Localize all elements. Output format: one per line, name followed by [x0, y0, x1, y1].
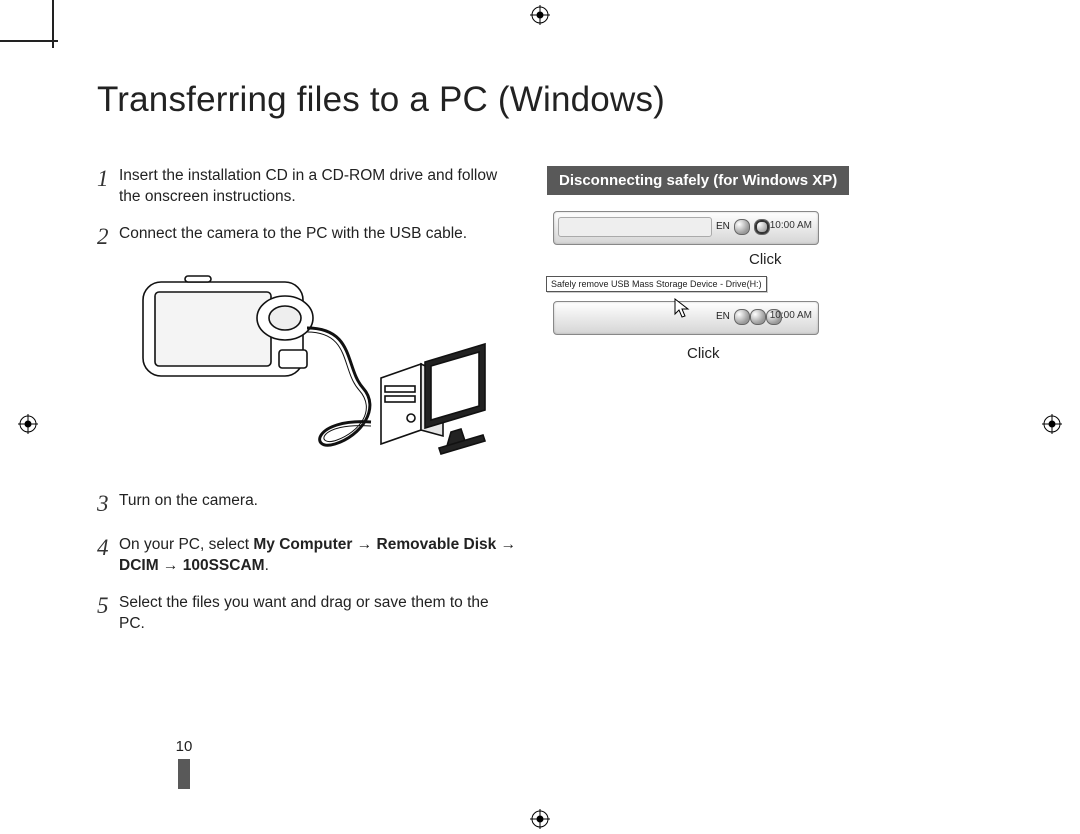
safely-remove-icon [754, 219, 770, 235]
step-text: On your PC, select My Computer → Removab… [119, 535, 517, 577]
sidebar-column: Disconnecting safely (for Windows XP) EN… [547, 166, 967, 651]
page-number-bar [178, 759, 190, 789]
step-number: 2 [97, 221, 119, 252]
step-text: Turn on the camera. [119, 491, 258, 519]
step-number: 1 [97, 163, 119, 208]
crop-mark-h [0, 40, 58, 42]
step-1: 1 Insert the installation CD in a CD-ROM… [97, 166, 517, 208]
lang-indicator: EN [716, 221, 730, 232]
step-4: 4 On your PC, select My Computer → Remov… [97, 535, 517, 577]
step-3: 3 Turn on the camera. [97, 491, 517, 519]
taskbar-illustration-2: Safely remove USB Mass Storage Device - … [553, 301, 819, 335]
step-5: 5 Select the files you want and drag or … [97, 593, 517, 635]
sidebar-heading: Disconnecting safely (for Windows XP) [547, 166, 849, 195]
page-number-block: 10 [168, 738, 200, 789]
registration-mark-bottom [530, 809, 550, 829]
taskbar-illustration-1: EN 10:00 AM [553, 211, 819, 245]
step-number: 4 [97, 532, 119, 577]
step-number: 3 [97, 488, 119, 519]
cursor-icon [674, 298, 690, 323]
tray-icon [734, 219, 750, 235]
tray-icon [734, 309, 750, 325]
registration-mark-top [530, 5, 550, 25]
step-number: 5 [97, 590, 119, 635]
steps-column: 1 Insert the installation CD in a CD-ROM… [97, 166, 517, 651]
taskbar-clock: 10:00 AM [770, 220, 812, 231]
click-label-1: Click [749, 251, 967, 268]
step-text: Insert the installation CD in a CD-ROM d… [119, 166, 517, 208]
step-text: Select the files you want and drag or sa… [119, 593, 517, 635]
page-content: Transferring files to a PC (Windows) 1 I… [97, 80, 1017, 651]
taskbar-clock: 10:00 AM [770, 310, 812, 321]
page-title: Transferring files to a PC (Windows) [97, 80, 1017, 120]
lang-indicator: EN [716, 311, 730, 322]
crop-mark-v [52, 0, 54, 48]
camera-to-pc-illustration [125, 268, 517, 473]
click-label-2: Click [687, 345, 967, 362]
step-2: 2 Connect the camera to the PC with the … [97, 224, 517, 252]
step-text: Connect the camera to the PC with the US… [119, 224, 467, 252]
tray-icon [750, 309, 766, 325]
registration-mark-left [18, 414, 38, 434]
safely-remove-tooltip: Safely remove USB Mass Storage Device - … [546, 276, 767, 292]
registration-mark-right [1042, 414, 1062, 434]
page-number: 10 [168, 738, 200, 755]
